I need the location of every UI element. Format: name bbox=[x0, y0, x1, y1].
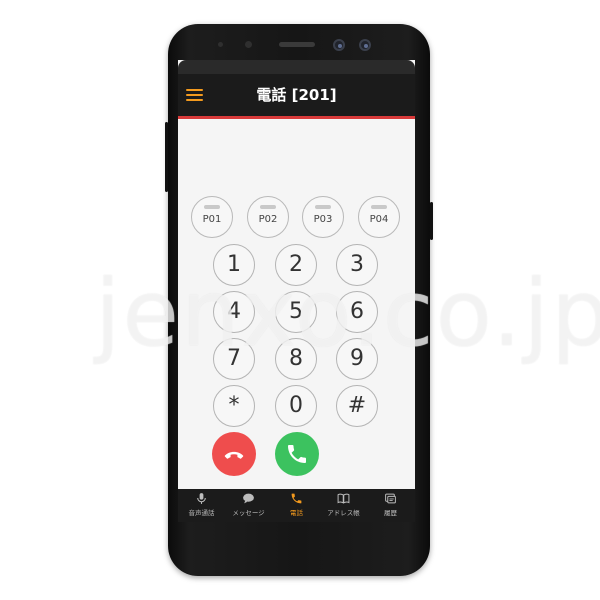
nav-label: メッセージ bbox=[232, 509, 265, 517]
key-5[interactable]: 5 bbox=[275, 291, 317, 333]
nav-item-message[interactable]: メッセージ bbox=[225, 489, 272, 522]
key-9[interactable]: 9 bbox=[336, 338, 378, 380]
preset-indicator bbox=[204, 205, 220, 209]
phone-hangup-icon bbox=[224, 451, 244, 459]
key-hash[interactable]: # bbox=[336, 385, 378, 427]
nav-label: 履歴 bbox=[384, 509, 397, 517]
preset-label: P03 bbox=[313, 214, 333, 225]
nav-item-history[interactable]: 履歴 bbox=[367, 489, 414, 522]
preset-button-p04[interactable]: P04 bbox=[358, 196, 400, 238]
front-camera-icon bbox=[333, 39, 345, 51]
phone-screen: 電話 [201] P01 P02 P03 P04 1 2 3 4 5 6 7 8… bbox=[178, 60, 415, 522]
preset-button-p02[interactable]: P02 bbox=[247, 196, 289, 238]
key-star[interactable]: * bbox=[213, 385, 255, 427]
app-header: 電話 [201] bbox=[178, 74, 415, 119]
nav-label: 電話 bbox=[290, 509, 303, 517]
preset-indicator bbox=[371, 205, 387, 209]
preset-label: P02 bbox=[258, 214, 278, 225]
key-3[interactable]: 3 bbox=[336, 244, 378, 286]
status-bar bbox=[178, 60, 415, 74]
preset-indicator bbox=[315, 205, 331, 209]
earpiece-speaker bbox=[279, 42, 315, 47]
microphone-icon bbox=[197, 493, 206, 504]
hangup-button[interactable] bbox=[212, 432, 256, 476]
preset-indicator bbox=[260, 205, 276, 209]
page-title: 電話 [201] bbox=[256, 86, 337, 104]
key-8[interactable]: 8 bbox=[275, 338, 317, 380]
nav-item-voice-call[interactable]: 音声通話 bbox=[178, 489, 225, 522]
key-7[interactable]: 7 bbox=[213, 338, 255, 380]
history-icon bbox=[385, 493, 396, 504]
chat-bubble-icon bbox=[243, 493, 254, 504]
nav-label: アドレス帳 bbox=[327, 509, 360, 517]
front-camera-secondary-icon bbox=[359, 39, 371, 51]
preset-button-p01[interactable]: P01 bbox=[191, 196, 233, 238]
light-sensor bbox=[245, 41, 252, 48]
nav-label: 音声通話 bbox=[188, 509, 215, 517]
hamburger-menu-icon[interactable] bbox=[186, 88, 203, 102]
key-6[interactable]: 6 bbox=[336, 291, 378, 333]
preset-label: P01 bbox=[202, 214, 222, 225]
power-button bbox=[430, 202, 433, 240]
book-icon bbox=[337, 493, 350, 504]
call-button[interactable] bbox=[275, 432, 319, 476]
key-2[interactable]: 2 bbox=[275, 244, 317, 286]
preset-label: P04 bbox=[369, 214, 389, 225]
nav-item-address-book[interactable]: アドレス帳 bbox=[320, 489, 367, 522]
preset-button-p03[interactable]: P03 bbox=[302, 196, 344, 238]
proximity-sensor bbox=[218, 42, 223, 47]
phone-icon bbox=[291, 493, 302, 504]
key-0[interactable]: 0 bbox=[275, 385, 317, 427]
phone-dial-icon bbox=[288, 445, 306, 463]
key-1[interactable]: 1 bbox=[213, 244, 255, 286]
dialer-area: P01 P02 P03 P04 1 2 3 4 5 6 7 8 9 * 0 # bbox=[178, 119, 415, 489]
nav-item-phone[interactable]: 電話 bbox=[273, 489, 320, 522]
bottom-nav: 音声通話 メッセージ 電話 アドレス帳 履歴 bbox=[178, 489, 415, 522]
key-4[interactable]: 4 bbox=[213, 291, 255, 333]
volume-button bbox=[165, 122, 168, 192]
